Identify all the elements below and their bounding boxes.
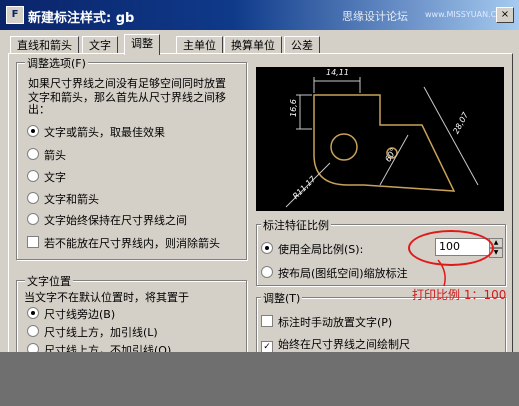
fit-option-text[interactable]: 文字	[27, 169, 66, 185]
blurred-bottom-area	[0, 352, 519, 406]
scale-legend: 标注特征比例	[261, 217, 331, 233]
scale-to-layout-option[interactable]: 按布局(图纸空间)缩放标注	[261, 265, 408, 281]
always-draw-label: 始终在尺寸界线之间绘制尺	[278, 338, 410, 351]
title-bar[interactable]: F 新建标注样式: gb 思缘设计论坛 www.MISSYUAN.COM ×	[0, 0, 519, 30]
watermark-text: 思缘设计论坛	[342, 10, 408, 23]
radio-button[interactable]	[27, 213, 39, 225]
preview-drawing: 14,11 16,6 28,07 60° R11,17	[285, 68, 479, 208]
radio-button[interactable]	[261, 266, 273, 278]
dim-right-label: 28,07	[451, 110, 470, 135]
suppress-arrows-checkbox[interactable]: 若不能放在尺寸界线内，则消除箭头	[27, 235, 220, 251]
fit-description-2: 文字和箭头，那么首先从尺寸界线之间移	[28, 91, 226, 104]
manual-place-text-checkbox[interactable]: 标注时手动放置文字(P)	[261, 314, 392, 330]
radio-button[interactable]	[261, 242, 273, 254]
close-icon: ×	[500, 9, 510, 20]
dimension-preview: 14,11 16,6 28,07 60° R11,17	[256, 67, 504, 211]
tab-lines-arrows[interactable]: 直线和箭头	[10, 36, 79, 54]
fit-option-best-fit[interactable]: 文字或箭头，取最佳效果	[27, 124, 165, 140]
part-outline	[313, 94, 456, 192]
checkbox[interactable]	[27, 236, 39, 248]
fit-option-label: 文字和箭头	[44, 193, 99, 206]
placement-label: 尺寸线旁边(B)	[44, 308, 116, 321]
dim-left-label: 16,6	[289, 99, 298, 117]
radio-button[interactable]	[27, 192, 39, 204]
dim-top-label: 14,11	[326, 68, 349, 77]
radio-button[interactable]	[27, 125, 39, 137]
fit-option-label: 箭头	[44, 149, 66, 162]
suppress-arrows-label: 若不能放在尺寸界线内，则消除箭头	[44, 237, 220, 250]
tab-alternate-units[interactable]: 换算单位	[224, 36, 282, 54]
placement-over-with-leader[interactable]: 尺寸线上方，加引线(L)	[27, 324, 158, 340]
print-scale-annotation: 打印比例 1：100	[412, 288, 507, 302]
always-draw-dim-line-checkbox[interactable]: ✓ 始终在尺寸界线之间绘制尺	[261, 336, 410, 353]
close-button[interactable]: ×	[496, 7, 514, 23]
fit-option-label: 文字或箭头，取最佳效果	[44, 126, 165, 139]
text-placement-legend: 文字位置	[25, 273, 73, 289]
checkbox[interactable]	[261, 315, 273, 327]
tab-primary-units[interactable]: 主单位	[176, 36, 223, 54]
app-icon: F	[6, 6, 24, 24]
dimension-style-dialog: F 新建标注样式: gb 思缘设计论坛 www.MISSYUAN.COM × 直…	[0, 0, 519, 406]
annotation-arrow	[437, 259, 446, 287]
fit-description-3: 出：	[28, 103, 50, 116]
fit-option-label: 文字	[44, 171, 66, 184]
fit-option-keep-text-between[interactable]: 文字始终保持在尺寸界线之间	[27, 212, 187, 228]
tab-text[interactable]: 文字	[82, 36, 118, 54]
tab-tolerances[interactable]: 公差	[284, 36, 320, 54]
overall-scale-label: 使用全局比例(S):	[278, 243, 364, 256]
fit-options-legend: 调整选项(F)	[25, 55, 88, 71]
use-overall-scale-option[interactable]: 使用全局比例(S):	[261, 241, 363, 257]
placement-beside-dim-line[interactable]: 尺寸线旁边(B)	[27, 306, 115, 322]
dim-radius-label: R11,17	[291, 174, 318, 201]
fine-tuning-legend: 调整(T)	[261, 290, 303, 306]
manual-place-label: 标注时手动放置文字(P)	[278, 316, 393, 329]
dimension-lines	[285, 77, 479, 208]
text-placement-description: 当文字不在默认位置时，将其置于	[24, 291, 189, 304]
radio-button[interactable]	[27, 170, 39, 182]
fit-option-label: 文字始终保持在尺寸界线之间	[44, 214, 187, 227]
window-title: 新建标注样式: gb	[28, 11, 135, 26]
tab-fit[interactable]: 调整	[124, 34, 160, 55]
placement-label: 尺寸线上方，加引线(L)	[44, 326, 158, 339]
radio-button[interactable]	[27, 325, 39, 337]
fit-option-arrows[interactable]: 箭头	[27, 147, 66, 163]
fit-option-text-and-arrows[interactable]: 文字和箭头	[27, 191, 99, 207]
scale-to-layout-label: 按布局(图纸空间)缩放标注	[278, 267, 408, 280]
radio-button[interactable]	[27, 307, 39, 319]
radio-button[interactable]	[27, 148, 39, 160]
